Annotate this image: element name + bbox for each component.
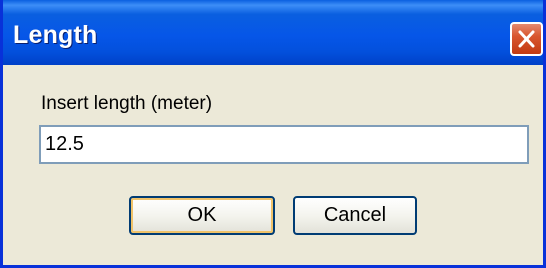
title-bar[interactable]: Length xyxy=(3,0,543,65)
length-prompt-label: Insert length (meter) xyxy=(41,93,213,114)
window-title: Length xyxy=(13,21,98,49)
close-button[interactable] xyxy=(510,22,543,56)
ok-button[interactable]: OK xyxy=(129,196,275,235)
cancel-button[interactable]: Cancel xyxy=(293,196,417,235)
length-input[interactable] xyxy=(39,125,529,164)
dialog-body: Insert length (meter) OK Cancel xyxy=(3,65,543,265)
close-icon xyxy=(518,30,535,48)
length-dialog: Length Insert length (meter) OK Cancel xyxy=(0,0,546,268)
